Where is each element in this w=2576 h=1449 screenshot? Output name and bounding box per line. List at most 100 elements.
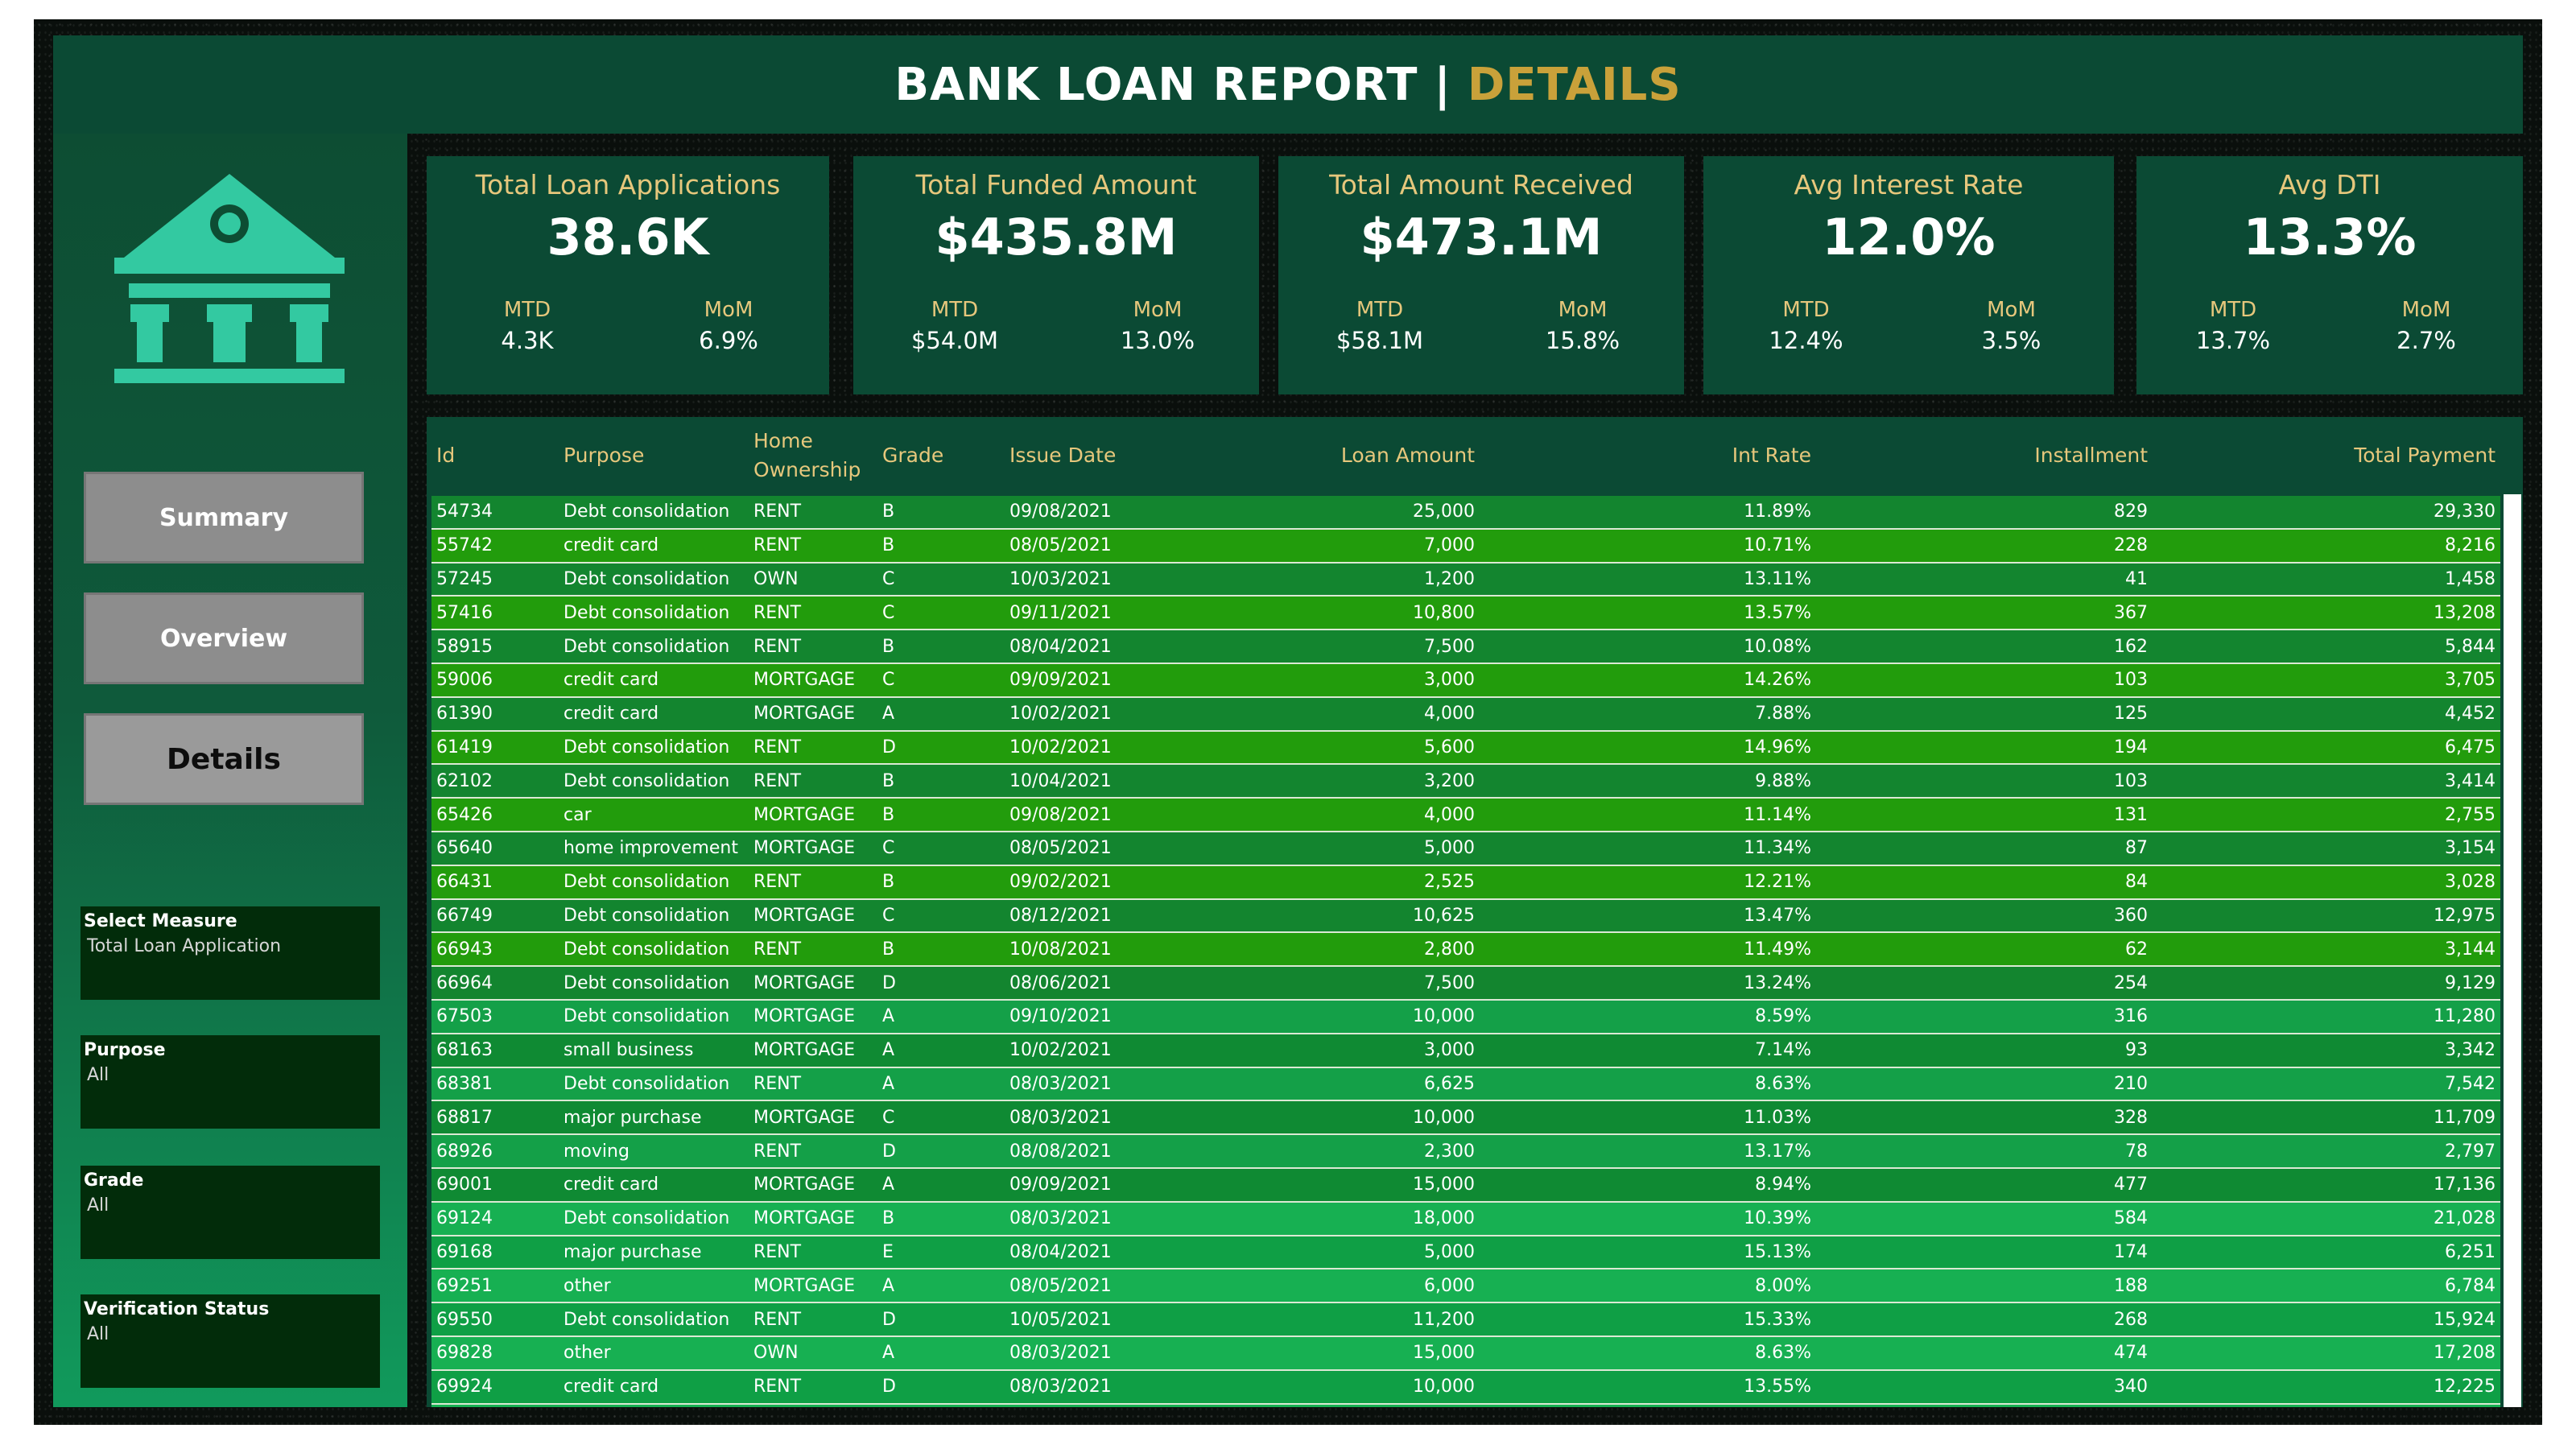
cell-total-payment: 15,924	[2153, 1302, 2500, 1337]
details-nav-button[interactable]: Details	[84, 713, 364, 805]
cell-installment: 210	[1816, 1067, 2153, 1102]
table-row[interactable]: 65426 car MORTGAGE B 09/08/2021 4,000 11.14% 13…	[431, 798, 2500, 832]
table-row[interactable]: 68926 moving RENT D 08/08/2021 2,300 13.17% 78 2…	[431, 1134, 2500, 1169]
kpi-mom-value: 6.9%	[699, 327, 758, 354]
column-header-total-payment[interactable]: Total Payment	[2153, 417, 2500, 496]
cell-purpose: Debt consolidation	[559, 730, 749, 766]
cell-issue-date: 09/08/2021	[1005, 798, 1143, 832]
table-row[interactable]: 69168 major purchase RENT E 08/04/2021 5,000 1…	[431, 1235, 2500, 1270]
title-separator: |	[1434, 58, 1451, 111]
cell-purpose: other	[559, 1335, 749, 1371]
filter-value: All	[87, 1195, 109, 1216]
table-row[interactable]: 69924 credit card RENT D 08/03/2021 10,000 13.…	[431, 1369, 2500, 1405]
cell-purpose: Debt consolidation	[559, 495, 749, 530]
table-row[interactable]: 69124 Debt consolidation MORTGAGE B 08/03/20…	[431, 1201, 2500, 1236]
cell-int-rate: 12.21%	[1480, 865, 1816, 900]
cell-installment: 316	[1816, 999, 2153, 1034]
cell-id: 62102	[431, 764, 559, 799]
cell-purpose: Debt consolidation	[559, 1302, 749, 1337]
cell-home-ownership: RENT	[749, 764, 877, 799]
cell-home-ownership: RENT	[749, 528, 877, 564]
cell-int-rate: 10.71%	[1480, 528, 1816, 564]
table-row[interactable]: 61390 credit card MORTGAGE A 10/02/2021 4,000…	[431, 696, 2500, 732]
cell-home-ownership: MORTGAGE	[749, 663, 877, 698]
cell-total-payment: 2,755	[2153, 798, 2500, 832]
column-header-loan-amount[interactable]: Loan Amount	[1143, 417, 1480, 496]
filter-label: Verification Status	[84, 1299, 270, 1319]
table-row[interactable]: 68817 major purchase MORTGAGE C 08/03/2021 10…	[431, 1100, 2500, 1136]
column-header-home-ownership[interactable]: Home Ownership	[749, 417, 877, 496]
column-header-installment[interactable]: Installment	[1816, 417, 2153, 496]
kpi-mom: MoM 2.7%	[2330, 298, 2523, 354]
table-row[interactable]: 69550 Debt consolidation RENT D 10/05/2021 11…	[431, 1302, 2500, 1337]
table-row[interactable]: 66964 Debt consolidation MORTGAGE D 08/06/20…	[431, 966, 2500, 1001]
column-header-id[interactable]: Id	[431, 417, 559, 496]
kpi-mtd: MTD 13.7%	[2136, 298, 2330, 354]
cell-purpose: credit card	[559, 1167, 749, 1203]
table-row[interactable]: 55742 credit card RENT B 08/05/2021 7,000 10.7…	[431, 528, 2500, 564]
summary-nav-button[interactable]: Summary	[84, 472, 364, 564]
kpi-mom: MoM 3.5%	[1909, 298, 2114, 354]
cell-purpose: moving	[559, 1134, 749, 1169]
kpi-mtd-label: MTD	[1356, 298, 1404, 322]
table-row[interactable]: 61419 Debt consolidation RENT D 10/02/2021 5,…	[431, 730, 2500, 766]
sidebar: Summary Overview Details Select Measure …	[53, 134, 407, 1407]
loan-details-table: Id Purpose Home Ownership Grade Issue Da…	[431, 417, 2500, 1407]
kpi-title: Avg Interest Rate	[1794, 169, 2024, 200]
cell-id: 55742	[431, 528, 559, 564]
table-row[interactable]: 66431 Debt consolidation RENT B 09/02/2021 2,…	[431, 865, 2500, 900]
cell-loan-amount: 10,625	[1143, 898, 1480, 934]
kpi-mtd: MTD $58.1M	[1278, 298, 1481, 354]
grade-filter[interactable]: Grade All	[80, 1166, 380, 1259]
cell-grade: C	[877, 562, 1005, 597]
cell-loan-amount: 15,000	[1143, 1167, 1480, 1203]
cell-issue-date: 08/12/2021	[1005, 898, 1143, 934]
cell-grade: B	[877, 1201, 1005, 1236]
table-row[interactable]: 58915 Debt consolidation RENT B 08/04/2021 7,…	[431, 630, 2500, 664]
cell-issue-date: 08/04/2021	[1005, 1235, 1143, 1270]
cell-issue-date: 08/03/2021	[1005, 1201, 1143, 1236]
table-row[interactable]: 68381 Debt consolidation RENT A 08/03/2021 6,…	[431, 1067, 2500, 1102]
table-row[interactable]: 54734 Debt consolidation RENT B 09/08/2021 25…	[431, 495, 2500, 530]
table-scrollbar[interactable]	[2504, 494, 2521, 1407]
table-row[interactable]: 57245 Debt consolidation OWN C 10/03/2021 1,2…	[431, 562, 2500, 597]
table-row[interactable]: 57416 Debt consolidation RENT C 09/11/2021 10…	[431, 596, 2500, 631]
table-row[interactable]: 68163 small business MORTGAGE A 10/02/2021 3,…	[431, 1033, 2500, 1068]
purpose-filter[interactable]: Purpose All	[80, 1035, 380, 1129]
cell-int-rate: 11.34%	[1480, 831, 1816, 866]
cell-installment: 268	[1816, 1302, 2153, 1337]
column-header-issue-date[interactable]: Issue Date	[1005, 417, 1143, 496]
kpi-card-total-funded-amount: Total Funded Amount $435.8M MTD $54.0M M…	[853, 156, 1259, 394]
cell-loan-amount: 11,200	[1143, 1302, 1480, 1337]
cell-home-ownership: MORTGAGE	[749, 831, 877, 866]
cell-loan-amount: 3,000	[1143, 1033, 1480, 1068]
cell-grade: C	[877, 663, 1005, 698]
table-row[interactable]: 59006 credit card MORTGAGE C 09/09/2021 3,000…	[431, 663, 2500, 698]
verification-status-filter[interactable]: Verification Status All	[80, 1294, 380, 1388]
kpi-mtd-value: 12.4%	[1769, 327, 1843, 354]
table-row[interactable]: 69828 other OWN A 08/03/2021 15,000 8.63% 474 17…	[431, 1335, 2500, 1371]
cell-int-rate: 13.55%	[1480, 1369, 1816, 1405]
table-row[interactable]: 69251 other MORTGAGE A 08/05/2021 6,000 8.00% 1…	[431, 1269, 2500, 1304]
column-header-int-rate[interactable]: Int Rate	[1480, 417, 1816, 496]
table-row[interactable]: 66749 Debt consolidation MORTGAGE C 08/12/20…	[431, 898, 2500, 934]
cell-purpose: Debt consolidation	[559, 898, 749, 934]
cell-id: 68817	[431, 1100, 559, 1136]
table-row[interactable]: 69001 credit card MORTGAGE A 09/09/2021 15,00…	[431, 1167, 2500, 1203]
kpi-value: $435.8M	[935, 208, 1178, 266]
table-row[interactable]: 62102 Debt consolidation RENT B 10/04/2021 3,…	[431, 764, 2500, 799]
column-header-grade[interactable]: Grade	[877, 417, 1005, 496]
cell-id: 54734	[431, 495, 559, 530]
table-row[interactable]: 65640 home improvement MORTGAGE C 08/05/2021…	[431, 831, 2500, 866]
table-scroll-area[interactable]: Id Purpose Home Ownership Grade Issue Da…	[427, 417, 2523, 1407]
cell-loan-amount: 3,000	[1143, 663, 1480, 698]
kpi-title: Total Loan Applications	[475, 169, 781, 200]
cell-id: 61419	[431, 730, 559, 766]
table-row[interactable]: 67503 Debt consolidation MORTGAGE A 09/10/20…	[431, 999, 2500, 1034]
table-row[interactable]: 69990credit cardRENTA10/02/202115,5007.8…	[431, 1403, 2500, 1407]
table-row[interactable]: 66943 Debt consolidation RENT B 10/08/2021 2,…	[431, 932, 2500, 968]
cell-int-rate: 14.26%	[1480, 663, 1816, 698]
select-measure-filter[interactable]: Select Measure Total Loan Application	[80, 906, 380, 1000]
overview-nav-button[interactable]: Overview	[84, 592, 364, 684]
column-header-purpose[interactable]: Purpose	[559, 417, 749, 496]
